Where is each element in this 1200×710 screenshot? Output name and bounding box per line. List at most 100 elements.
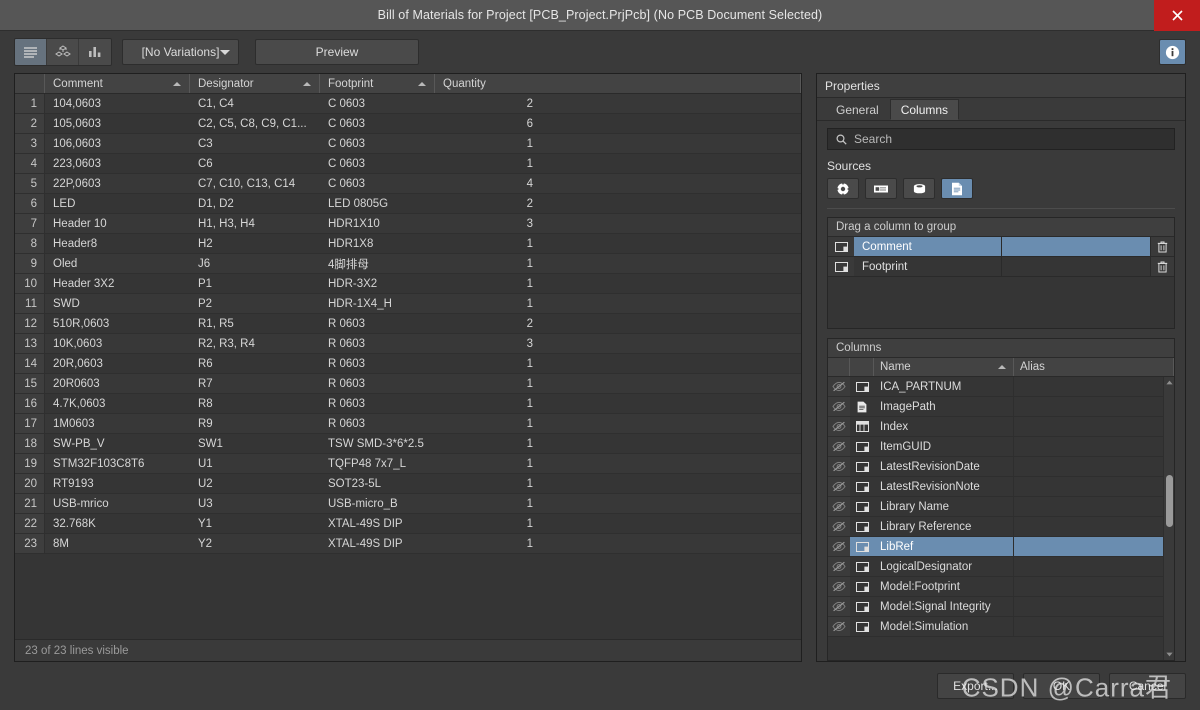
grid-header-quantity[interactable]: Quantity <box>435 74 801 93</box>
list-item[interactable]: LatestRevisionDate <box>828 457 1163 477</box>
blocks-view-button[interactable] <box>47 39 79 65</box>
list-item[interactable]: ICA_PARTNUM <box>828 377 1163 397</box>
list-item[interactable]: Library Name <box>828 497 1163 517</box>
columns-header-name[interactable]: Name <box>874 358 1014 376</box>
table-row[interactable]: 20 RT9193 U2 SOT23-5L 1 <box>15 474 801 494</box>
table-row[interactable]: 10 Header 3X2 P1 HDR-3X2 1 <box>15 274 801 294</box>
table-row[interactable]: 7 Header 10 H1, H3, H4 HDR1X10 3 <box>15 214 801 234</box>
column-visibility-toggle[interactable] <box>828 477 850 496</box>
column-visibility-toggle[interactable] <box>828 417 850 436</box>
table-row[interactable]: 21 USB-mrico U3 USB-micro_B 1 <box>15 494 801 514</box>
scroll-up-button[interactable] <box>1164 377 1174 388</box>
table-row[interactable]: 13 10K,0603 R2, R3, R4 R 0603 3 <box>15 334 801 354</box>
grid-header-footprint[interactable]: Footprint <box>320 74 435 93</box>
scroll-down-button[interactable] <box>1164 649 1174 660</box>
row-number: 12 <box>15 314 45 333</box>
info-button[interactable] <box>1159 39 1186 65</box>
column-name: ImagePath <box>874 397 1014 416</box>
columns-panel: Columns Name Alias ICA_PARTNUM ImagePath I… <box>827 338 1175 661</box>
group-row-delete-button[interactable] <box>1150 237 1174 256</box>
table-row[interactable]: 1 104,0603 C1, C4 C 0603 2 <box>15 94 801 114</box>
column-visibility-toggle[interactable] <box>828 377 850 396</box>
group-row[interactable]: Comment <box>828 237 1174 257</box>
list-item[interactable]: Model:Simulation <box>828 617 1163 637</box>
column-visibility-toggle[interactable] <box>828 597 850 616</box>
columns-scrollbar[interactable] <box>1163 377 1174 660</box>
table-row[interactable]: 18 SW-PB_V SW1 TSW SMD-3*6*2.5 1 <box>15 434 801 454</box>
column-visibility-toggle[interactable] <box>828 397 850 416</box>
table-row[interactable]: 11 SWD P2 HDR-1X4_H 1 <box>15 294 801 314</box>
table-row[interactable]: 17 1M0603 R9 R 0603 1 <box>15 414 801 434</box>
table-row[interactable]: 3 106,0603 C3 C 0603 1 <box>15 134 801 154</box>
group-row[interactable]: Footprint <box>828 257 1174 277</box>
table-row[interactable]: 6 LED D1, D2 LED 0805G 2 <box>15 194 801 214</box>
table-row[interactable]: 22 32.768K Y1 XTAL-49S DIP 1 <box>15 514 801 534</box>
chart-view-button[interactable] <box>79 39 111 65</box>
grid-header-comment[interactable]: Comment <box>45 74 190 93</box>
cell-quantity: 1 <box>526 277 533 290</box>
column-visibility-toggle[interactable] <box>828 557 850 576</box>
eye-off-icon <box>832 541 846 552</box>
list-view-button[interactable] <box>15 39 47 65</box>
cancel-button[interactable]: Cancel <box>1109 673 1186 699</box>
pcb-source-button[interactable] <box>865 178 897 199</box>
list-item[interactable]: Library Reference <box>828 517 1163 537</box>
list-item[interactable]: Model:Signal Integrity <box>828 597 1163 617</box>
table-row[interactable]: 19 STM32F103C8T6 U1 TQFP48 7x7_L 1 <box>15 454 801 474</box>
component-source-button[interactable] <box>827 178 859 199</box>
table-row[interactable]: 23 8M Y2 XTAL-49S DIP 1 <box>15 534 801 554</box>
list-item[interactable]: LogicalDesignator <box>828 557 1163 577</box>
table-row[interactable]: 4 223,0603 C6 C 0603 1 <box>15 154 801 174</box>
grid-header-designator[interactable]: Designator <box>190 74 320 93</box>
cell-comment: 510R,0603 <box>53 317 110 330</box>
cell-comment: 32.768K <box>53 517 96 530</box>
list-item[interactable]: Model:Footprint <box>828 577 1163 597</box>
table-row[interactable]: 16 4.7K,0603 R8 R 0603 1 <box>15 394 801 414</box>
grid-header-comment-label: Comment <box>53 77 103 90</box>
list-item[interactable]: Index <box>828 417 1163 437</box>
export-button[interactable]: Export... <box>937 673 1014 699</box>
scrollbar-thumb[interactable] <box>1166 475 1173 527</box>
table-row[interactable]: 2 105,0603 C2, C5, C8, C9, C1... C 0603 6 <box>15 114 801 134</box>
column-visibility-toggle[interactable] <box>828 457 850 476</box>
database-source-button[interactable] <box>903 178 935 199</box>
table-row[interactable]: 14 20R,0603 R6 R 0603 1 <box>15 354 801 374</box>
column-visibility-toggle[interactable] <box>828 577 850 596</box>
column-visibility-toggle[interactable] <box>828 537 850 556</box>
group-row-delete-button[interactable] <box>1150 257 1174 276</box>
tab-general[interactable]: General <box>825 99 890 120</box>
column-type-icon-wrap <box>850 577 874 596</box>
ok-button[interactable]: OK <box>1023 673 1100 699</box>
preview-button[interactable]: Preview <box>255 39 419 65</box>
table-row[interactable]: 12 510R,0603 R1, R5 R 0603 2 <box>15 314 801 334</box>
tab-columns[interactable]: Columns <box>889 99 960 120</box>
list-item[interactable]: LibRef <box>828 537 1163 557</box>
column-visibility-toggle[interactable] <box>828 617 850 636</box>
document-source-button[interactable] <box>941 178 973 199</box>
group-panel-header: Drag a column to group <box>828 218 1174 237</box>
column-visibility-toggle[interactable] <box>828 437 850 456</box>
column-visibility-toggle[interactable] <box>828 517 850 536</box>
variations-dropdown[interactable]: [No Variations] <box>122 39 239 65</box>
row-number: 2 <box>15 114 45 133</box>
table-row[interactable]: 8 Header8 H2 HDR1X8 1 <box>15 234 801 254</box>
search-field[interactable]: Search <box>827 128 1175 150</box>
table-row[interactable]: 5 22P,0603 C7, C10, C13, C14 C 0603 4 <box>15 174 801 194</box>
list-item[interactable]: ImagePath <box>828 397 1163 417</box>
table-row[interactable]: 15 20R0603 R7 R 0603 1 <box>15 374 801 394</box>
row-number: 7 <box>15 214 45 233</box>
table-row[interactable]: 9 Oled J6 4脚排母 1 <box>15 254 801 274</box>
cell-footprint: SOT23-5L <box>328 477 382 490</box>
list-item[interactable]: ItemGUID <box>828 437 1163 457</box>
column-visibility-toggle[interactable] <box>828 497 850 516</box>
column-icon <box>834 241 848 252</box>
columns-header-alias[interactable]: Alias <box>1014 358 1174 376</box>
eye-off-icon <box>832 401 846 412</box>
column-type-icon-wrap <box>850 417 874 436</box>
column-name: LatestRevisionNote <box>874 477 1014 496</box>
cell-designator: R7 <box>198 377 213 390</box>
cell-comment: Oled <box>53 257 78 270</box>
close-button[interactable] <box>1154 0 1200 31</box>
eye-off-icon <box>832 601 846 612</box>
list-item[interactable]: LatestRevisionNote <box>828 477 1163 497</box>
